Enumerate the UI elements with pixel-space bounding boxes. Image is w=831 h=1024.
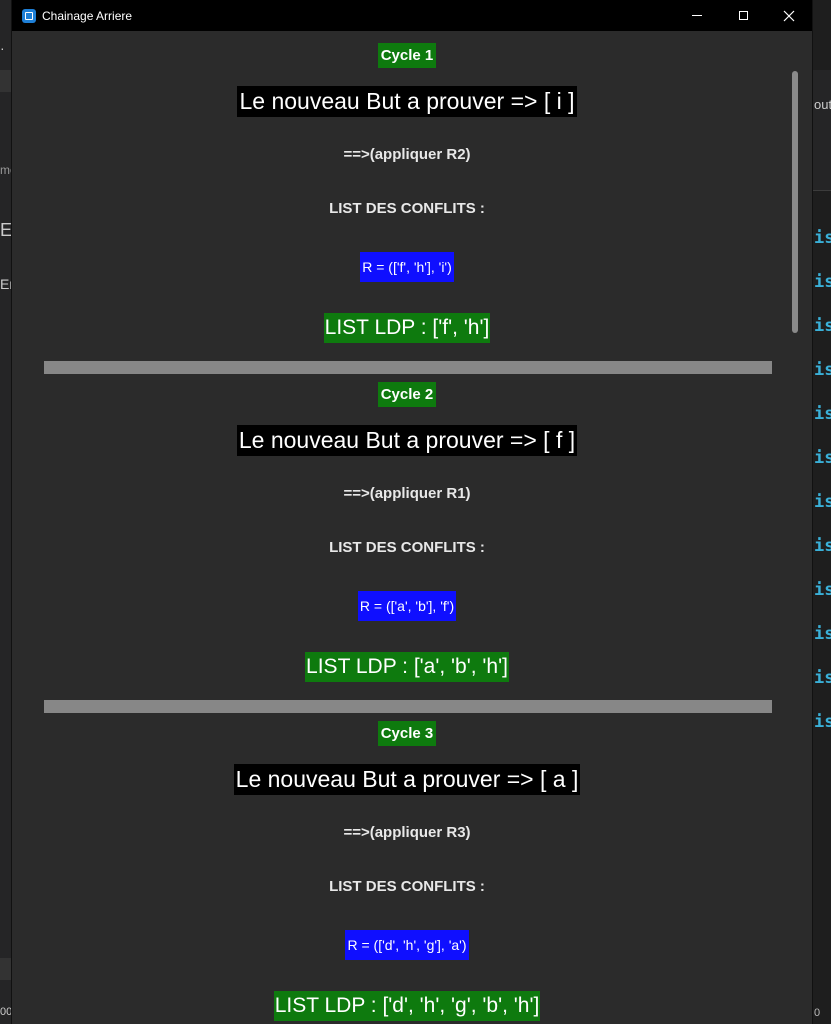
separator	[44, 361, 772, 374]
bg-fragment: 0	[814, 1007, 821, 1019]
apply-rule-text: ==>(appliquer R1)	[343, 485, 471, 502]
apply-rule-text: ==>(appliquer R2)	[343, 146, 471, 163]
apply-rule-text: ==>(appliquer R3)	[343, 824, 471, 841]
bg-keyword: is	[814, 360, 831, 380]
goal-text: Le nouveau But a prouver => [ f ]	[236, 425, 578, 456]
bg-keyword: is	[814, 580, 831, 600]
close-button[interactable]	[766, 0, 812, 31]
bg-fragment: 00	[0, 1006, 13, 1018]
window-controls	[674, 0, 812, 31]
ldp-list: LIST LDP : ['d', 'h', 'g', 'b', 'h']	[273, 991, 541, 1021]
maximize-button[interactable]	[720, 0, 766, 31]
window-title: Chainage Arriere	[42, 8, 133, 23]
conflict-rule: R = (['f', 'h'], 'i')	[360, 252, 454, 282]
bg-keyword: is	[814, 272, 831, 292]
title-bar[interactable]: Chainage Arriere	[12, 0, 812, 31]
conflict-rule: R = (['d', 'h', 'g'], 'a')	[345, 930, 469, 960]
bg-keyword: is	[814, 668, 831, 688]
bg-keyword: is	[814, 624, 831, 644]
minimize-icon	[692, 15, 702, 16]
ldp-list: LIST LDP : ['a', 'b', 'h']	[305, 652, 509, 682]
app-window: Chainage Arriere Cycle 1 Le nouveau But …	[12, 0, 812, 1024]
close-icon	[783, 10, 795, 21]
bg-keyword: is	[814, 712, 831, 732]
cycle-label: Cycle 3	[377, 721, 437, 746]
app-icon	[22, 8, 36, 23]
ldp-list: LIST LDP : ['f', 'h']	[323, 313, 491, 343]
bg-keyword: is	[814, 448, 831, 468]
minimize-button[interactable]	[674, 0, 720, 31]
bg-keyword: is	[814, 228, 831, 248]
background-ide-right: out is is is is is is is is is is is is …	[812, 0, 831, 1024]
bg-panel: out	[812, 70, 831, 191]
conflicts-title: LIST DES CONFLITS :	[329, 200, 485, 217]
bg-keyword: is	[814, 536, 831, 556]
content-area[interactable]: Cycle 1 Le nouveau But a prouver => [ i …	[12, 31, 802, 1024]
bg-keyword: is	[814, 492, 831, 512]
conflicts-title: LIST DES CONFLITS :	[329, 539, 485, 556]
cycle-label: Cycle 2	[377, 382, 437, 407]
cycle-label: Cycle 1	[377, 43, 437, 68]
bg-keyword: is	[814, 404, 831, 424]
goal-text: Le nouveau But a prouver => [ i ]	[237, 86, 577, 117]
conflicts-title: LIST DES CONFLITS :	[329, 878, 485, 895]
bg-fragment: out	[814, 97, 831, 112]
separator	[44, 700, 772, 713]
maximize-icon	[738, 11, 748, 20]
goal-text: Le nouveau But a prouver => [ a ]	[233, 764, 581, 795]
bg-fragment: ·	[0, 40, 5, 56]
conflict-rule: R = (['a', 'b'], 'f')	[357, 591, 457, 621]
bg-keyword: is	[814, 316, 831, 336]
